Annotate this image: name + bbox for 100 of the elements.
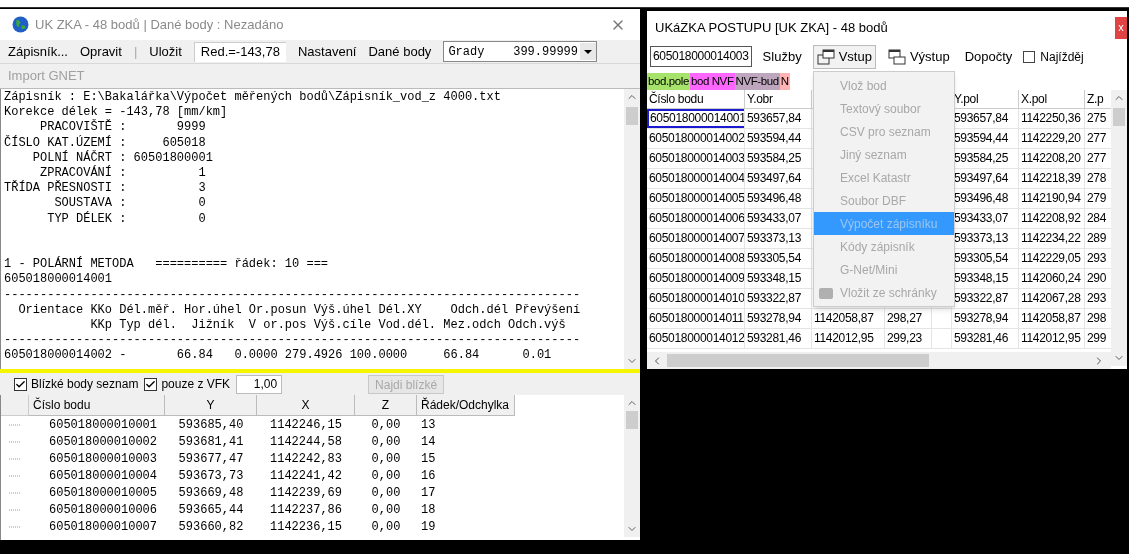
- table-cell: 593373,13: [747, 231, 802, 245]
- checkbox[interactable]: [144, 377, 158, 391]
- table-cell[interactable]: 605018000014009: [649, 271, 744, 285]
- legend-tag: bod NVF: [689, 72, 735, 90]
- table-cell[interactable]: 605018000014008: [649, 251, 744, 265]
- toolbar-menu[interactable]: Výstup: [883, 44, 954, 69]
- table-cell: 284: [1087, 211, 1107, 225]
- globe-icon: [12, 16, 29, 33]
- table-cell: 593373,13: [954, 231, 1009, 245]
- table-cell: 593348,15: [954, 271, 1009, 285]
- checkbox-label[interactable]: Najížděj: [1040, 47, 1084, 66]
- table-cell: 279: [1087, 191, 1107, 205]
- checkbox[interactable]: [1023, 50, 1036, 63]
- table-cell: 1142058,87: [814, 311, 874, 325]
- scrollbar[interactable]: [624, 89, 640, 369]
- menu-separator: |: [133, 42, 138, 61]
- table-cell-text: 0,00: [370, 484, 402, 502]
- column-header[interactable]: Y.pol: [954, 92, 979, 106]
- table-cell: 593657,84: [954, 111, 1009, 125]
- table-cell-text: 605018000010005: [48, 484, 159, 502]
- table-cell: 277: [1087, 131, 1107, 145]
- toolbar-menu[interactable]: Dopočty: [961, 45, 1016, 68]
- checkbox[interactable]: [14, 377, 27, 391]
- table-cell[interactable]: 605018000014002: [649, 131, 744, 145]
- point-number-field[interactable]: 605018000014003: [650, 46, 752, 67]
- tree-line-icon: [9, 508, 21, 511]
- tree-line-icon: [9, 457, 21, 460]
- table-cell-text: 605018000010006: [48, 501, 159, 519]
- table-cell[interactable]: 605018000014003: [649, 151, 744, 165]
- column-header[interactable]: Z: [355, 395, 417, 416]
- table-cell-text: 0,00: [370, 518, 402, 536]
- table-cell-text: 605018000010007: [48, 518, 159, 536]
- table-cell[interactable]: 605018000014012: [649, 331, 744, 345]
- table-cell: 299: [1087, 331, 1107, 345]
- close-button[interactable]: x: [1115, 16, 1127, 39]
- table-cell[interactable]: 605018000014010: [649, 291, 744, 305]
- table-cell: 593433,07: [747, 211, 802, 225]
- table-cell: 593497,64: [954, 171, 1009, 185]
- table-cell: 593281,46: [954, 331, 1009, 345]
- table-cell: 593278,94: [954, 311, 1009, 325]
- table-cell: 593497,64: [747, 171, 802, 185]
- column-header[interactable]: X.pol: [1021, 92, 1047, 106]
- tree-line-icon: [9, 491, 21, 494]
- table-cell-text: 605018000010001: [48, 416, 159, 434]
- toolbar-menu[interactable]: Služby: [759, 45, 805, 68]
- table-cell[interactable]: 605018000014011: [649, 311, 744, 325]
- scrollbar[interactable]: [1111, 90, 1127, 366]
- checkbox-label[interactable]: pouze z VFK: [161, 375, 231, 393]
- table-cell: 1142229,05: [1021, 251, 1081, 265]
- column-header[interactable]: Řádek/Odchylka: [417, 395, 515, 416]
- window-stack-icon: [887, 48, 906, 65]
- column-header[interactable]: Y.obr: [747, 92, 773, 106]
- table-cell-text: 593681,41: [177, 433, 245, 451]
- menu-item[interactable]: Nastavení: [297, 41, 357, 62]
- window-stack-icon: [816, 48, 835, 65]
- menu-item[interactable]: Opravit: [79, 41, 122, 62]
- column-header[interactable]: Číslo bodu: [649, 92, 704, 106]
- scroll-thumb[interactable]: [1113, 108, 1125, 126]
- scroll-thumb[interactable]: [626, 411, 638, 429]
- scroll-thumb[interactable]: [626, 107, 638, 125]
- table-cell-text: 1142237,86: [269, 501, 343, 519]
- table-cell: 290: [1087, 271, 1107, 285]
- menu-item[interactable]: Dané body: [368, 41, 432, 62]
- table-cell: 1142012,95: [814, 331, 874, 345]
- table-cell-text: 16: [420, 467, 437, 485]
- tree-line-icon: [9, 440, 21, 443]
- menu-item[interactable]: Uložit: [149, 41, 182, 62]
- column-header[interactable]: X: [257, 395, 355, 416]
- units-select[interactable]: Grady 399.99999: [443, 41, 597, 62]
- toolbar-menu[interactable]: Vstup: [812, 44, 876, 69]
- table-cell-text: 18: [420, 501, 437, 519]
- scrollbar[interactable]: [624, 395, 640, 537]
- table-cell: 1142250,36: [1021, 111, 1081, 125]
- tree-line-icon: [9, 423, 21, 426]
- distance-field[interactable]: 1,00: [236, 374, 283, 394]
- table-cell: 593584,25: [747, 151, 802, 165]
- table-cell[interactable]: 605018000014006: [649, 211, 744, 225]
- column-header[interactable]: Číslo bodu: [29, 395, 165, 416]
- legend-tag: N: [779, 72, 790, 90]
- legend-tag: NVF-bud: [734, 72, 780, 90]
- table-cell: 1142190,94: [1021, 191, 1081, 205]
- table-cell[interactable]: 605018000014007: [649, 231, 744, 245]
- table-cell: 298,27: [887, 311, 922, 325]
- table-cell: 593281,46: [747, 331, 802, 345]
- menu-item[interactable]: Zápisník...: [8, 41, 68, 62]
- table-cell-text: 1142236,15: [269, 518, 343, 536]
- table-cell[interactable]: 605018000014004: [649, 171, 744, 185]
- table-cell[interactable]: 605018000014005: [649, 191, 744, 205]
- table-cell: 593584,25: [954, 151, 1009, 165]
- column-header[interactable]: Y: [165, 395, 257, 416]
- horizontal-scrollbar[interactable]: [647, 352, 1111, 369]
- table-cell: 275: [1087, 111, 1107, 125]
- table-cell: 1142208,92: [1021, 211, 1081, 225]
- table-cell-text: 593669,48: [177, 484, 245, 502]
- tree-line-icon: [9, 525, 21, 528]
- checkbox-label[interactable]: Blízké body seznam: [31, 375, 139, 393]
- scroll-thumb[interactable]: [667, 354, 929, 367]
- table-cell-text: 1142244,58: [269, 433, 343, 451]
- column-header[interactable]: Z.p: [1087, 92, 1104, 106]
- reduction-readout: Red.=-143,78: [193, 41, 286, 62]
